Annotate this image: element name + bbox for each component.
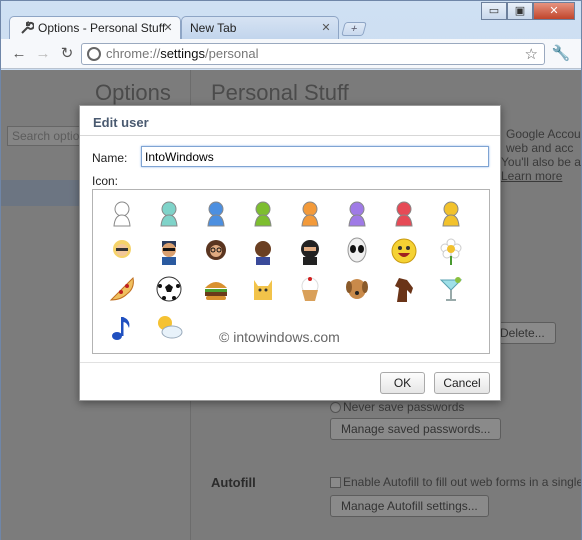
forward-arrow-icon[interactable]: → [33,44,53,64]
tab-options[interactable]: Options - Personal Stuff ✕ [9,16,181,40]
never-save-label: Never save passwords [343,400,465,414]
sun-cloud-icon[interactable] [146,308,191,346]
cupcake-icon[interactable] [287,270,332,308]
burger-icon[interactable] [193,270,238,308]
browser-window: Options - Personal Stuff ✕ New Tab ✕ + ▭… [0,0,582,540]
dog-icon[interactable] [334,270,379,308]
sidebar-title: Options [95,80,171,105]
new-tab-button[interactable]: + [341,22,367,36]
blonde-woman-icon[interactable] [99,232,144,270]
title-bar: Options - Personal Stuff ✕ New Tab ✕ + ▭… [1,1,581,40]
manage-autofill-button[interactable]: Manage Autofill settings... [330,495,489,517]
window-controls: ▭ ▣ ✕ [481,2,575,20]
restore-button[interactable]: ▣ [507,2,533,20]
cancel-button[interactable]: Cancel [434,372,490,394]
dialog-footer: OK Cancel [80,362,500,400]
url-scheme: chrome:// [106,46,161,61]
blue-person-icon[interactable] [193,194,238,232]
sunglasses-man-icon[interactable] [146,232,191,270]
watermark: © intowindows.com [219,329,340,345]
orange-person-icon[interactable] [287,194,332,232]
icon-label: Icon: [92,174,119,188]
sync-text: You'll also be a [501,155,581,169]
edit-user-dialog: Edit user Name: Icon: OK Cancel [79,105,501,401]
autofill-checkbox[interactable] [330,477,341,488]
flower-icon[interactable] [428,232,473,270]
settings-page: Options Search optio Personal Stuff Goog… [1,70,581,540]
page-icon [87,47,101,61]
smiley-icon[interactable] [381,232,426,270]
sync-text: Google Accou [506,127,581,141]
close-tab-icon[interactable]: ✕ [162,22,174,34]
tab-label: New Tab [190,21,237,35]
learn-more-link[interactable]: Learn more [501,169,562,183]
wrench-icon [20,21,35,35]
ok-button[interactable]: OK [380,372,425,394]
green-person-icon[interactable] [240,194,285,232]
close-tab-icon[interactable]: ✕ [320,22,332,34]
alien-icon[interactable] [334,232,379,270]
music-note-icon[interactable] [99,308,144,346]
name-label: Name: [92,151,128,165]
white-person-icon[interactable] [99,194,144,232]
autofill-label: Enable Autofill to fill out web forms in… [343,475,581,489]
wrench-menu-icon[interactable]: 🔧 [551,44,571,64]
bald-man-icon[interactable] [240,232,285,270]
name-input[interactable] [141,146,489,167]
dialog-title: Edit user [80,106,500,136]
page-title: Personal Stuff [211,80,349,105]
url-path: /personal [205,46,259,61]
teal-person-icon[interactable] [146,194,191,232]
woman-glasses-icon[interactable] [193,232,238,270]
browser-toolbar: ← → ↻ chrome://settings/personal ☆ 🔧 [1,39,581,69]
back-arrow-icon[interactable]: ← [9,44,29,64]
reload-icon[interactable]: ↻ [57,44,77,64]
address-bar[interactable]: chrome://settings/personal ☆ [81,43,545,65]
soccer-ball-icon[interactable] [146,270,191,308]
ninja-icon[interactable] [287,232,332,270]
yellow-person-icon[interactable] [428,194,473,232]
minimize-button[interactable]: ▭ [481,2,507,20]
cocktail-icon[interactable] [428,270,473,308]
tab-label: Options - Personal Stuff [38,21,166,35]
autofill-heading: Autofill [211,475,256,490]
url-host: settings [160,46,205,61]
purple-person-icon[interactable] [334,194,379,232]
manage-passwords-button[interactable]: Manage saved passwords... [330,418,502,440]
tab-new[interactable]: New Tab ✕ [181,16,339,40]
never-save-radio[interactable] [330,402,341,413]
bookmark-star-icon[interactable]: ☆ [525,45,538,65]
horse-icon[interactable] [381,270,426,308]
red-person-icon[interactable] [381,194,426,232]
sync-text: web and acc [506,141,574,155]
pizza-icon[interactable] [99,270,144,308]
cat-icon[interactable] [240,270,285,308]
close-window-button[interactable]: ✕ [533,2,575,20]
